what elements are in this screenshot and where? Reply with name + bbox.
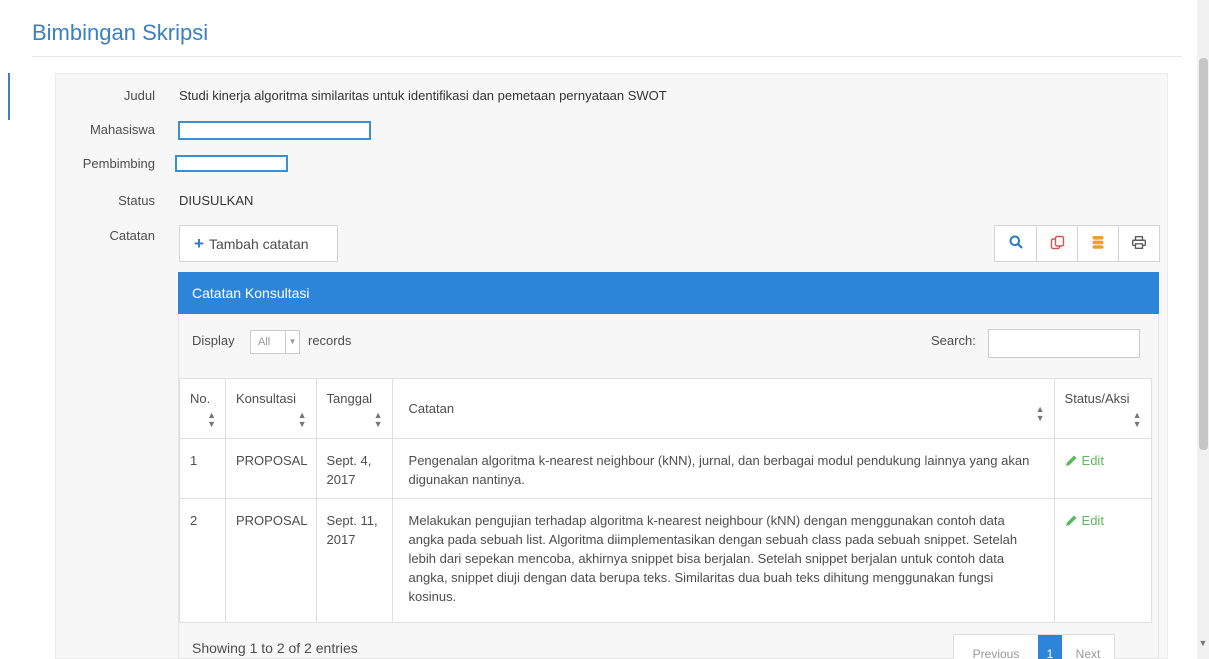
mahasiswa-label: Mahasiswa — [89, 122, 155, 137]
sort-icon: ▲ ▼ — [207, 410, 216, 429]
sort-icon: ▲ ▼ — [297, 410, 307, 429]
consultation-header: Catatan Konsultasi — [178, 272, 1159, 314]
pencil-icon — [1065, 455, 1077, 466]
column-header-no[interactable]: No. ▲ ▼ — [179, 378, 226, 439]
judul-value: Studi kinerja algoritma similaritas untu… — [179, 88, 667, 103]
records-label: records — [308, 333, 352, 348]
active-marker — [8, 73, 10, 120]
records-select-value: All — [258, 336, 271, 348]
edit-label: Edit — [1081, 513, 1104, 528]
cell-catatan: Pengenalan algoritma k-nearest neighbour… — [391, 438, 1055, 499]
search-icon — [1009, 235, 1023, 252]
cell-no: 2 — [179, 498, 226, 623]
edit-link[interactable]: Edit — [1065, 451, 1104, 470]
column-header-label: Catatan — [408, 401, 455, 416]
database-icon — [1092, 235, 1104, 253]
scroll-down-icon[interactable]: ▼ — [1197, 638, 1209, 652]
column-header-label: No. — [190, 391, 211, 406]
database-button[interactable] — [1077, 226, 1118, 261]
cell-no: 1 — [179, 438, 226, 499]
sort-icon: ▲ ▼ — [373, 410, 383, 429]
cell-catatan: Melakukan pengujian terhadap algoritma k… — [391, 498, 1055, 623]
search-input[interactable] — [988, 329, 1140, 358]
copy-icon — [1050, 235, 1065, 253]
chevron-down-icon: ▼ — [285, 331, 299, 353]
column-header-label: Status/Aksi — [1064, 391, 1130, 406]
status-label: Status — [118, 193, 155, 208]
scrollbar-thumb[interactable] — [1199, 58, 1208, 450]
column-header-label: Tanggal — [326, 391, 373, 406]
cell-aksi: Edit — [1053, 438, 1152, 499]
table-row: 1 PROPOSAL Sept. 4, 2017 Pengenalan algo… — [179, 438, 1152, 499]
judul-label: Judul — [123, 88, 155, 103]
cell-aksi: Edit — [1053, 498, 1152, 623]
pagination-previous[interactable]: Previous — [954, 635, 1038, 659]
column-header-konsultasi[interactable]: Konsultasi ▲ ▼ — [225, 378, 317, 439]
column-header-catatan[interactable]: Catatan ▲ ▼ — [391, 378, 1055, 439]
edit-label: Edit — [1081, 453, 1104, 468]
plus-icon: + — [194, 234, 204, 253]
cell-tanggal: Sept. 11, 2017 — [315, 498, 393, 623]
pembimbing-redacted-field — [175, 155, 288, 172]
sort-icon: ▲ ▼ — [1132, 410, 1142, 429]
search-label: Search: — [931, 333, 976, 348]
search-button[interactable] — [995, 226, 1036, 261]
pagination-next[interactable]: Next — [1062, 635, 1114, 659]
entries-info: Showing 1 to 2 of 2 entries — [192, 640, 358, 656]
mahasiswa-redacted-field — [178, 121, 371, 140]
title-divider — [32, 56, 1182, 57]
sort-icon: ▲ ▼ — [1035, 404, 1045, 423]
add-note-label: Tambah catatan — [208, 235, 309, 252]
add-note-button[interactable]: + Tambah catatan — [179, 225, 338, 262]
pembimbing-label: Pembimbing — [82, 156, 155, 171]
status-value: DIUSULKAN — [179, 193, 254, 208]
records-select[interactable]: All ▼ — [250, 330, 300, 354]
notes-table: No. ▲ ▼ Konsultasi ▲ ▼ Tanggal ▲ ▼ Catatan … — [179, 378, 1152, 623]
column-header-label: Konsultasi — [236, 391, 296, 406]
pagination: Previous 1 Next — [953, 634, 1115, 659]
pagination-page-1[interactable]: 1 — [1038, 635, 1062, 659]
pencil-icon — [1065, 515, 1077, 526]
column-header-status-aksi[interactable]: Status/Aksi ▲ ▼ — [1053, 378, 1152, 439]
print-icon — [1132, 235, 1146, 252]
edit-link[interactable]: Edit — [1065, 511, 1104, 530]
print-button[interactable] — [1118, 226, 1159, 261]
cell-konsultasi: PROPOSAL — [225, 438, 317, 499]
catatan-label: Catatan — [109, 228, 155, 243]
cell-konsultasi: PROPOSAL — [225, 498, 317, 623]
column-header-tanggal[interactable]: Tanggal ▲ ▼ — [315, 378, 393, 439]
cell-tanggal: Sept. 4, 2017 — [315, 438, 393, 499]
page-title: Bimbingan Skripsi — [32, 20, 209, 45]
export-toolbar — [994, 225, 1160, 262]
table-row: 2 PROPOSAL Sept. 11, 2017 Melakukan peng… — [179, 498, 1152, 623]
display-label: Display — [192, 333, 235, 348]
copy-button[interactable] — [1036, 226, 1077, 261]
